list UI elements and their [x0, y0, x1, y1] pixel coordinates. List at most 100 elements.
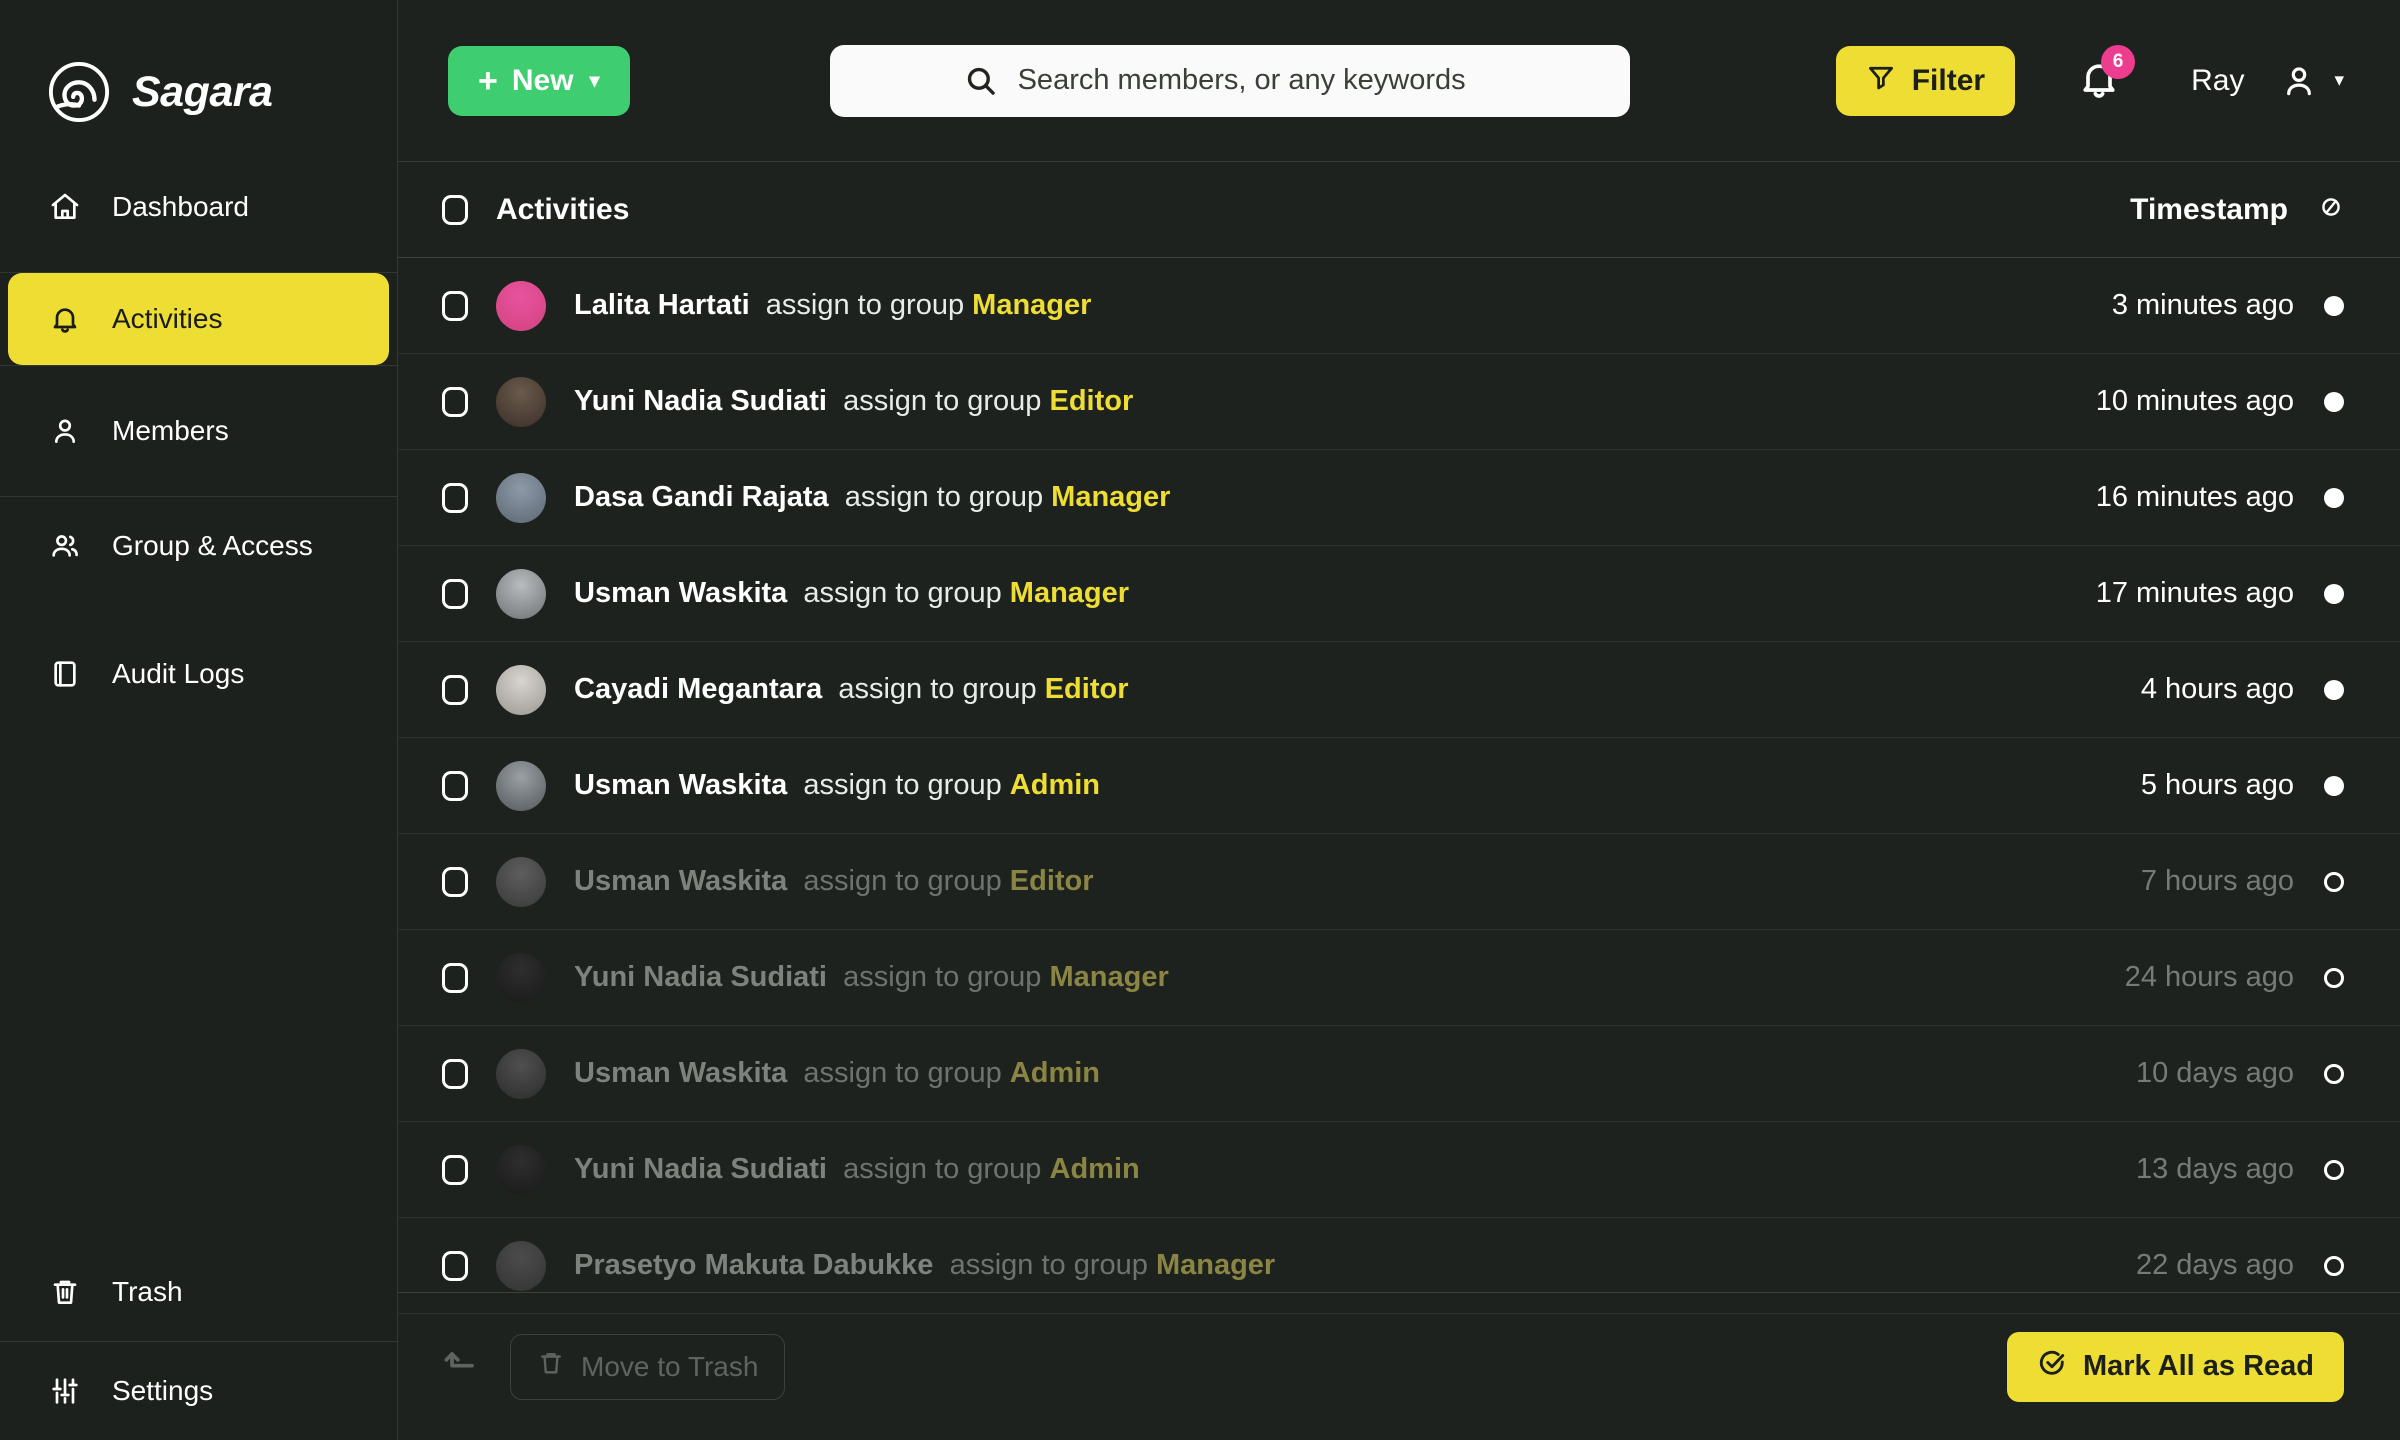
- table-row[interactable]: Usman Waskita assign to group Editor 7 ho…: [398, 834, 2400, 930]
- topbar-actions: Filter 6 Ray ▾: [1835, 44, 2344, 116]
- row-member-name: Cayadi Megantara: [574, 673, 823, 705]
- table-row[interactable]: Yuni Nadia Sudiati assign to group Edito…: [398, 354, 2400, 450]
- row-group-name: Editor: [1049, 385, 1134, 417]
- table-row[interactable]: Usman Waskita assign to group Admin 5 hou…: [398, 738, 2400, 834]
- sidebar: Sagara Dashboard Activities Members Grou…: [0, 0, 398, 1440]
- column-header-activities: Activities: [496, 192, 630, 226]
- row-left: Yuni Nadia Sudiati assign to group Edito…: [442, 376, 1134, 427]
- select-all-checkbox[interactable]: [442, 194, 468, 225]
- row-checkbox[interactable]: [442, 1154, 468, 1185]
- row-left: Usman Waskita assign to group Manager: [442, 568, 1130, 619]
- circle-slash-icon[interactable]: [2318, 194, 2344, 225]
- read-status-dot[interactable]: [2324, 1063, 2344, 1084]
- sliders-icon: [48, 1374, 82, 1408]
- unread-status-dot[interactable]: [2324, 679, 2344, 700]
- users-icon: [48, 529, 82, 563]
- book-icon: [48, 657, 82, 691]
- user-icon: [48, 414, 82, 448]
- row-action-text: assign to group: [803, 1057, 1002, 1089]
- table-row[interactable]: Usman Waskita assign to group Admin 10 da…: [398, 1026, 2400, 1122]
- table-row[interactable]: Lalita Hartati assign to group Manager 3 …: [398, 258, 2400, 354]
- table-header-right: Timestamp: [2130, 193, 2344, 227]
- table-row[interactable]: Usman Waskita assign to group Manager 17 …: [398, 546, 2400, 642]
- topbar: + New ▾ Fi: [398, 0, 2400, 162]
- row-member-name: Dasa Gandi Rajata: [574, 481, 829, 513]
- read-status-dot[interactable]: [2324, 871, 2344, 892]
- row-action-text: assign to group: [803, 865, 1002, 897]
- table-row[interactable]: Yuni Nadia Sudiati assign to group Manag…: [398, 930, 2400, 1026]
- sidebar-item-label: Audit Logs: [112, 658, 245, 689]
- row-action-text: assign to group: [765, 289, 965, 321]
- unread-status-dot[interactable]: [2324, 583, 2344, 604]
- row-right: 7 hours ago: [2141, 865, 2344, 898]
- row-checkbox[interactable]: [442, 482, 468, 513]
- table-row[interactable]: Cayadi Megantara assign to group Editor 4…: [398, 642, 2400, 738]
- row-left: Cayadi Megantara assign to group Editor: [442, 664, 1128, 715]
- sidebar-item-trash[interactable]: Trash: [0, 1243, 397, 1341]
- row-text: Lalita Hartati assign to group Manager: [574, 289, 1091, 322]
- avatar: [496, 856, 546, 907]
- home-icon: [48, 190, 82, 224]
- row-text: Usman Waskita assign to group Admin: [574, 1057, 1100, 1090]
- sidebar-item-label: Settings: [112, 1375, 214, 1406]
- row-checkbox[interactable]: [442, 962, 468, 993]
- sidebar-item-label: Dashboard: [112, 191, 249, 222]
- row-left: Usman Waskita assign to group Admin: [442, 1048, 1100, 1099]
- row-group-name: Admin: [1049, 1153, 1140, 1185]
- sidebar-item-activities[interactable]: Activities: [8, 273, 389, 365]
- row-action-text: assign to group: [843, 1153, 1042, 1185]
- row-checkbox[interactable]: [442, 386, 468, 417]
- row-group-name: Manager: [1049, 961, 1169, 993]
- trash-icon: [537, 1349, 565, 1384]
- sidebar-item-members[interactable]: Members: [0, 382, 397, 480]
- row-checkbox[interactable]: [442, 1058, 468, 1089]
- row-member-name: Yuni Nadia Sudiati: [574, 385, 827, 417]
- sidebar-item-group-access[interactable]: Group & Access: [0, 497, 397, 595]
- column-header-timestamp: Timestamp: [2130, 192, 2288, 226]
- avatar: [496, 472, 546, 523]
- row-member-name: Lalita Hartati: [574, 289, 750, 321]
- row-checkbox[interactable]: [442, 578, 468, 609]
- row-text: Usman Waskita assign to group Editor: [574, 865, 1094, 898]
- sidebar-item-audit-logs[interactable]: Audit Logs: [0, 625, 397, 723]
- row-checkbox[interactable]: [442, 290, 468, 321]
- row-right: 17 minutes ago: [2096, 577, 2344, 610]
- unread-status-dot[interactable]: [2324, 295, 2344, 316]
- row-timestamp: 24 hours ago: [2124, 961, 2294, 993]
- notifications-button[interactable]: 6: [2077, 44, 2136, 107]
- funnel-icon: [1866, 62, 1896, 100]
- read-status-dot[interactable]: [2324, 967, 2344, 988]
- table-row[interactable]: Dasa Gandi Rajata assign to group Manage…: [398, 450, 2400, 546]
- row-checkbox[interactable]: [442, 770, 468, 801]
- arrow-return-icon[interactable]: [442, 1344, 482, 1389]
- row-right: 13 days ago: [2136, 1153, 2344, 1186]
- unread-status-dot[interactable]: [2324, 391, 2344, 412]
- search-bar[interactable]: [829, 44, 1630, 117]
- move-to-trash-button[interactable]: Move to Trash: [510, 1333, 786, 1400]
- user-icon[interactable]: [2280, 62, 2318, 100]
- row-timestamp: 17 minutes ago: [2095, 577, 2294, 609]
- mark-all-as-read-button[interactable]: Mark All as Read: [2006, 1331, 2344, 1402]
- row-checkbox[interactable]: [442, 866, 468, 897]
- read-status-dot[interactable]: [2324, 1255, 2344, 1276]
- avatar: [496, 1240, 546, 1291]
- brand-name: Sagara: [132, 67, 273, 116]
- unread-status-dot[interactable]: [2324, 775, 2344, 796]
- filter-button[interactable]: Filter: [1835, 45, 2016, 116]
- unread-status-dot[interactable]: [2324, 487, 2344, 508]
- new-button[interactable]: + New ▾: [448, 45, 630, 116]
- read-status-dot[interactable]: [2324, 1159, 2344, 1180]
- row-timestamp: 13 days ago: [2135, 1153, 2294, 1185]
- chevron-down-icon[interactable]: ▾: [2334, 69, 2344, 92]
- search-input[interactable]: [1017, 64, 1602, 97]
- row-group-name: Manager: [1009, 577, 1130, 609]
- table-row[interactable]: Yuni Nadia Sudiati assign to group Admin…: [398, 1122, 2400, 1218]
- sidebar-item-settings[interactable]: Settings: [0, 1342, 397, 1440]
- row-checkbox[interactable]: [442, 674, 468, 705]
- row-action-text: assign to group: [843, 385, 1042, 417]
- row-checkbox[interactable]: [442, 1250, 468, 1281]
- sidebar-item-dashboard[interactable]: Dashboard: [0, 158, 397, 256]
